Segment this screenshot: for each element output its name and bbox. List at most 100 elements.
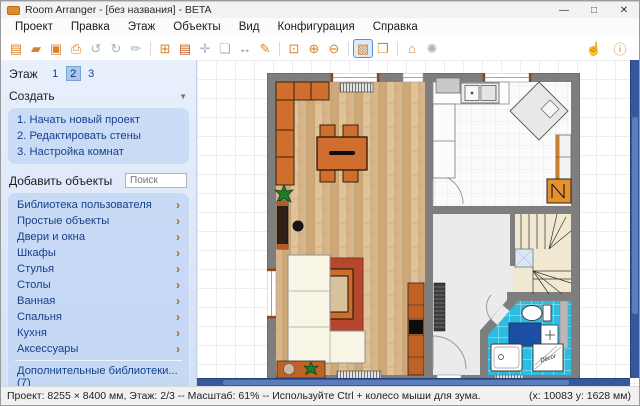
create-link-edit-walls[interactable]: 2. Редактировать стены <box>15 128 182 144</box>
additional-libraries-link[interactable]: Дополнительные библиотеки... (7) <box>15 360 182 386</box>
floor-button-1[interactable]: 1 <box>48 66 63 81</box>
menu-view[interactable]: Вид <box>230 18 269 37</box>
print-icon[interactable]: ⎙ <box>66 39 86 58</box>
pointer-mode-icon[interactable]: ☝ <box>584 39 604 58</box>
chevron-right-icon: › <box>176 328 180 338</box>
zoom-out-icon[interactable]: ⊖ <box>324 39 344 58</box>
menu-configuration[interactable]: Конфигурация <box>269 18 364 37</box>
section-create[interactable]: Создать ▼ <box>7 86 190 106</box>
section-add-objects[interactable]: Добавить объекты <box>7 170 190 191</box>
library-item-label: Двери и окна <box>17 231 85 243</box>
chevron-right-icon: › <box>176 344 180 354</box>
collapse-caret-icon[interactable]: ▼ <box>179 92 187 101</box>
vertical-scrollbar-thumb[interactable] <box>632 117 638 314</box>
hallway-radiator[interactable] <box>434 283 445 331</box>
toolbar-separator <box>150 42 151 56</box>
maximize-button[interactable]: □ <box>579 2 609 18</box>
menu-help[interactable]: Справка <box>364 18 427 37</box>
open-project-icon[interactable]: ▰ <box>26 39 46 58</box>
library-item-tables[interactable]: Столы › <box>15 277 182 293</box>
walkthrough-icon[interactable]: ✺ <box>422 39 442 58</box>
view-3d-objects-icon[interactable]: ❒ <box>373 39 393 58</box>
sidebar: Этаж 123 Создать ▼ 1. Начать новый проек… <box>1 60 197 386</box>
window-controls: —□✕ <box>549 2 639 18</box>
horizontal-scrollbar-thumb[interactable] <box>223 380 569 385</box>
zoom-selection-icon[interactable]: ⊡ <box>284 39 304 58</box>
floor-selector: Этаж 123 <box>9 66 190 81</box>
chevron-right-icon: › <box>176 216 180 226</box>
library-item-label: Аксессуары <box>17 343 78 355</box>
chevron-right-icon: › <box>176 264 180 274</box>
window-title: Room Arranger - [без названия] - BETA <box>25 4 212 16</box>
app-logo-icon <box>7 6 20 15</box>
new-project-icon[interactable]: ▤ <box>6 39 26 58</box>
create-panel: 1. Начать новый проект2. Редактировать с… <box>7 107 190 165</box>
title-bar: Room Arranger - [без названия] - BETA —□… <box>1 1 639 18</box>
library-item-simple-objects[interactable]: Простые объекты› <box>15 213 182 229</box>
library-item-label: Ванная <box>17 295 55 307</box>
toolbar-right-group: ☝ⓘ <box>584 39 634 58</box>
library-item-label: Шкафы <box>17 247 56 259</box>
library-list: Библиотека пользователя›Простые объекты›… <box>15 197 182 357</box>
toolbar-separator <box>348 42 349 56</box>
menu-floor[interactable]: Этаж <box>119 18 165 37</box>
redo-icon[interactable]: ↻ <box>106 39 126 58</box>
edit-points-icon[interactable]: ✛ <box>195 39 215 58</box>
library-item-chairs[interactable]: Стулья › <box>15 261 182 277</box>
edit-rooms-icon[interactable]: ⊞ <box>155 39 175 58</box>
copy-objects-icon[interactable]: ❏ <box>215 39 235 58</box>
menu-edit[interactable]: Правка <box>62 18 119 37</box>
view-3d-icon[interactable]: ▧ <box>353 39 373 58</box>
chevron-right-icon: › <box>176 200 180 210</box>
app-window: Room Arranger - [без названия] - BETA —□… <box>0 0 640 406</box>
library-item-cabinets[interactable]: Шкафы › <box>15 245 182 261</box>
main-area: Этаж 123 Создать ▼ 1. Начать новый проек… <box>1 60 639 386</box>
status-left: Проект: 8255 × 8400 мм, Этаж: 2/3 -- Мас… <box>7 390 481 402</box>
library-item-label: Кухня <box>17 327 47 339</box>
library-item-bedroom[interactable]: Спальня › <box>15 309 182 325</box>
section-create-title: Создать <box>9 89 55 103</box>
library-panel: Библиотека пользователя›Простые объекты›… <box>7 192 190 386</box>
library-item-accessories[interactable]: Аксессуары › <box>15 341 182 357</box>
floor-button-3[interactable]: 3 <box>84 66 99 81</box>
minimize-button[interactable]: — <box>549 2 579 18</box>
plan-canvas[interactable]: Décor <box>197 60 639 386</box>
toolbar-separator <box>397 42 398 56</box>
status-coordinates: (x: 10083 y: 1628 мм) <box>529 390 631 402</box>
library-item-label: Библиотека пользователя <box>17 199 152 211</box>
chevron-right-icon: › <box>176 248 180 258</box>
library-item-label: Столы <box>17 279 51 291</box>
format-brush-icon[interactable]: ✏ <box>126 39 146 58</box>
library-item-kitchen[interactable]: Кухня › <box>15 325 182 341</box>
library-item-doors-windows[interactable]: Двери и окна› <box>15 229 182 245</box>
library-item-label: Стулья <box>17 263 54 275</box>
draw-walls-icon[interactable]: ✎ <box>255 39 275 58</box>
measure-icon[interactable]: ↔ <box>235 39 255 58</box>
chevron-right-icon: › <box>176 312 180 322</box>
zoom-in-icon[interactable]: ⊕ <box>304 39 324 58</box>
undo-icon[interactable]: ↺ <box>86 39 106 58</box>
menu-project[interactable]: Проект <box>6 18 62 37</box>
library-item-bathroom[interactable]: Ванная › <box>15 293 182 309</box>
chevron-right-icon: › <box>176 280 180 290</box>
library-item-user-library[interactable]: Библиотека пользователя › <box>15 197 182 213</box>
toolbar: ▤▰▣⎙↺↻✏⊞▤✛❏↔✎⊡⊕⊖▧❒⌂✺ ☝ⓘ <box>1 37 639 60</box>
library-item-label: Спальня <box>17 311 62 323</box>
menu-objects[interactable]: Объекты <box>164 18 229 37</box>
vertical-scrollbar[interactable] <box>630 60 639 378</box>
close-button[interactable]: ✕ <box>609 2 639 18</box>
section-add-objects-title: Добавить объекты <box>9 174 112 188</box>
create-link-room-setup[interactable]: 3. Настройка комнат <box>15 144 182 160</box>
chevron-right-icon: › <box>176 296 180 306</box>
floor-button-2[interactable]: 2 <box>66 66 81 81</box>
save-project-icon[interactable]: ▣ <box>46 39 66 58</box>
home-view-icon[interactable]: ⌂ <box>402 39 422 58</box>
horizontal-scrollbar[interactable] <box>197 378 630 386</box>
toolbar-main-group: ▤▰▣⎙↺↻✏⊞▤✛❏↔✎⊡⊕⊖▧❒⌂✺ <box>6 39 442 58</box>
floor-plan[interactable]: Décor <box>267 73 580 384</box>
search-input[interactable] <box>125 173 187 188</box>
edit-walls-icon[interactable]: ▤ <box>175 39 195 58</box>
create-link-start-new-project[interactable]: 1. Начать новый проект <box>15 112 182 128</box>
status-bar: Проект: 8255 × 8400 мм, Этаж: 2/3 -- Мас… <box>1 386 639 405</box>
info-icon[interactable]: ⓘ <box>610 39 630 58</box>
